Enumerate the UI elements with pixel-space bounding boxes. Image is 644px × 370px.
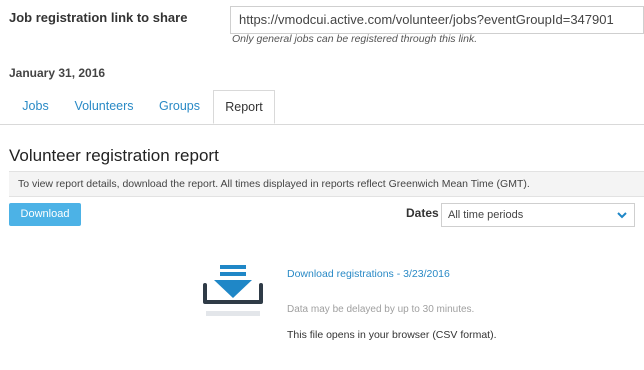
download-tray-icon (203, 265, 263, 316)
download-button[interactable]: Download (9, 203, 81, 226)
tab-groups[interactable]: Groups (148, 90, 211, 123)
tab-jobs[interactable]: Jobs (9, 90, 62, 123)
share-link-label: Job registration link to share (9, 10, 188, 25)
dates-select-value: All time periods (448, 209, 524, 221)
tab-bar: Jobs Volunteers Groups Report (0, 90, 644, 125)
download-registrations-link[interactable]: Download registrations - 3/23/2016 (287, 268, 450, 280)
dates-select[interactable]: All time periods (441, 203, 635, 227)
report-info-bar: To view report details, download the rep… (9, 171, 644, 197)
dates-label: Dates (406, 206, 439, 220)
share-link-note: Only general jobs can be registered thro… (232, 33, 478, 45)
tab-report[interactable]: Report (213, 90, 275, 124)
delay-note: Data may be delayed by up to 30 minutes. (287, 304, 475, 315)
tab-volunteers[interactable]: Volunteers (63, 90, 145, 123)
report-title: Volunteer registration report (9, 146, 219, 165)
browser-note: This file opens in your browser (CSV for… (287, 329, 497, 341)
chevron-down-icon (617, 212, 627, 219)
event-date: January 31, 2016 (9, 66, 106, 80)
share-link-field[interactable]: https://vmodcui.active.com/volunteer/job… (230, 6, 644, 34)
